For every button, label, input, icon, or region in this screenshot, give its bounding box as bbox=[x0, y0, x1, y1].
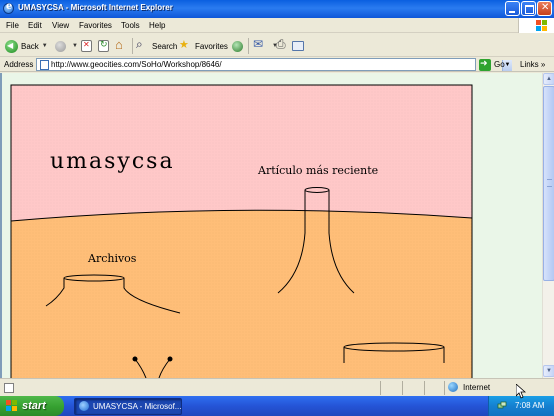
address-label: Address bbox=[4, 60, 34, 69]
home-button[interactable] bbox=[115, 37, 131, 53]
go-label: Go bbox=[494, 60, 505, 69]
go-arrow-icon bbox=[479, 58, 491, 71]
archives-link[interactable]: Archivos bbox=[87, 252, 137, 265]
back-arrow-icon bbox=[5, 39, 18, 53]
standard-toolbar: Back ▼ ▼ Search Favorites ▼ bbox=[0, 34, 554, 57]
page-icon bbox=[40, 60, 49, 70]
stop-icon bbox=[81, 40, 92, 52]
windows-logo-icon bbox=[518, 18, 554, 33]
mouse-cursor-icon bbox=[516, 384, 526, 399]
mail-icon bbox=[253, 37, 266, 53]
edit-page-icon bbox=[292, 41, 304, 51]
forward-button[interactable]: ▼ bbox=[55, 39, 78, 53]
home-icon bbox=[115, 37, 128, 53]
favorites-button[interactable]: Favorites bbox=[179, 38, 228, 53]
menu-file[interactable]: File bbox=[6, 21, 19, 30]
close-button[interactable] bbox=[537, 1, 552, 16]
start-label: start bbox=[22, 400, 46, 412]
title-bar[interactable]: UMASYCSA - Microsoft Internet Explorer bbox=[0, 0, 554, 18]
page-status-icon bbox=[4, 383, 14, 393]
media-icon bbox=[232, 40, 243, 52]
menu-help[interactable]: Help bbox=[149, 21, 165, 30]
status-divider bbox=[424, 381, 425, 395]
page-scene: umasycsa Artículo más reciente Archivos bbox=[10, 84, 473, 378]
menu-favorites[interactable]: Favorites bbox=[79, 21, 112, 30]
taskbar-item-ie[interactable]: UMASYCSA - Microsof... bbox=[74, 398, 182, 415]
toolbar-divider bbox=[132, 38, 133, 54]
search-icon bbox=[136, 37, 149, 53]
page-viewport: umasycsa Artículo más reciente Archivos bbox=[0, 73, 542, 378]
task-label: UMASYCSA - Microsof... bbox=[93, 402, 182, 411]
edit-button[interactable] bbox=[292, 39, 307, 53]
status-divider bbox=[380, 381, 381, 395]
refresh-button[interactable] bbox=[98, 39, 112, 53]
network-icon[interactable] bbox=[497, 401, 507, 411]
clock[interactable]: 7:08 AM bbox=[515, 401, 544, 410]
stop-button[interactable] bbox=[81, 39, 95, 53]
search-label: Search bbox=[152, 41, 178, 51]
back-button[interactable]: Back ▼ bbox=[5, 39, 48, 53]
taskbar: start UMASYCSA - Microsof... 7:08 AM bbox=[0, 396, 554, 416]
menu-view[interactable]: View bbox=[52, 21, 69, 30]
address-bar: Address http://www.geocities.com/SoHo/Wo… bbox=[0, 57, 554, 72]
scroll-thumb[interactable] bbox=[543, 86, 554, 281]
security-zone: Internet bbox=[448, 382, 490, 392]
status-divider bbox=[402, 381, 403, 395]
minimize-button[interactable] bbox=[505, 1, 520, 16]
toolbar-divider bbox=[248, 38, 249, 54]
windows-flag-icon bbox=[6, 400, 18, 412]
search-button[interactable]: Search bbox=[136, 37, 178, 53]
favorites-label: Favorites bbox=[195, 41, 228, 51]
start-button[interactable]: start bbox=[0, 396, 64, 416]
ie-icon bbox=[79, 401, 89, 411]
menu-tools[interactable]: Tools bbox=[121, 21, 140, 30]
vertical-scrollbar[interactable]: ▲ ▼ bbox=[542, 73, 554, 378]
go-button[interactable]: Go bbox=[479, 58, 509, 71]
window-title: UMASYCSA - Microsoft Internet Explorer bbox=[18, 3, 173, 12]
links-button[interactable]: Links bbox=[520, 60, 545, 69]
menu-bar: File Edit View Favorites Tools Help bbox=[0, 18, 554, 33]
maximize-button[interactable] bbox=[521, 1, 536, 16]
address-url: http://www.geocities.com/SoHo/Workshop/8… bbox=[51, 60, 222, 69]
site-title[interactable]: umasycsa bbox=[50, 149, 175, 174]
scroll-up-button[interactable]: ▲ bbox=[543, 73, 554, 85]
favorites-star-icon bbox=[179, 38, 192, 53]
mail-button[interactable]: ▼ bbox=[253, 37, 278, 53]
print-button[interactable] bbox=[276, 37, 292, 53]
zone-label: Internet bbox=[463, 382, 491, 392]
address-input[interactable]: http://www.geocities.com/SoHo/Workshop/8… bbox=[36, 58, 512, 71]
scroll-down-button[interactable]: ▼ bbox=[543, 365, 554, 377]
status-bar: Internet bbox=[0, 378, 554, 396]
refresh-icon bbox=[98, 39, 109, 52]
recent-article-link[interactable]: Artículo más reciente bbox=[257, 164, 378, 177]
menu-edit[interactable]: Edit bbox=[28, 21, 42, 30]
ie-app-icon[interactable] bbox=[3, 1, 14, 14]
globe-icon bbox=[448, 382, 458, 392]
status-divider bbox=[444, 381, 445, 395]
back-label: Back bbox=[21, 41, 39, 51]
forward-arrow-icon bbox=[55, 40, 66, 52]
chevron-down-icon[interactable]: ▼ bbox=[72, 43, 78, 49]
print-icon bbox=[276, 37, 289, 53]
chevron-down-icon[interactable]: ▼ bbox=[42, 43, 48, 49]
media-button[interactable] bbox=[232, 39, 246, 53]
